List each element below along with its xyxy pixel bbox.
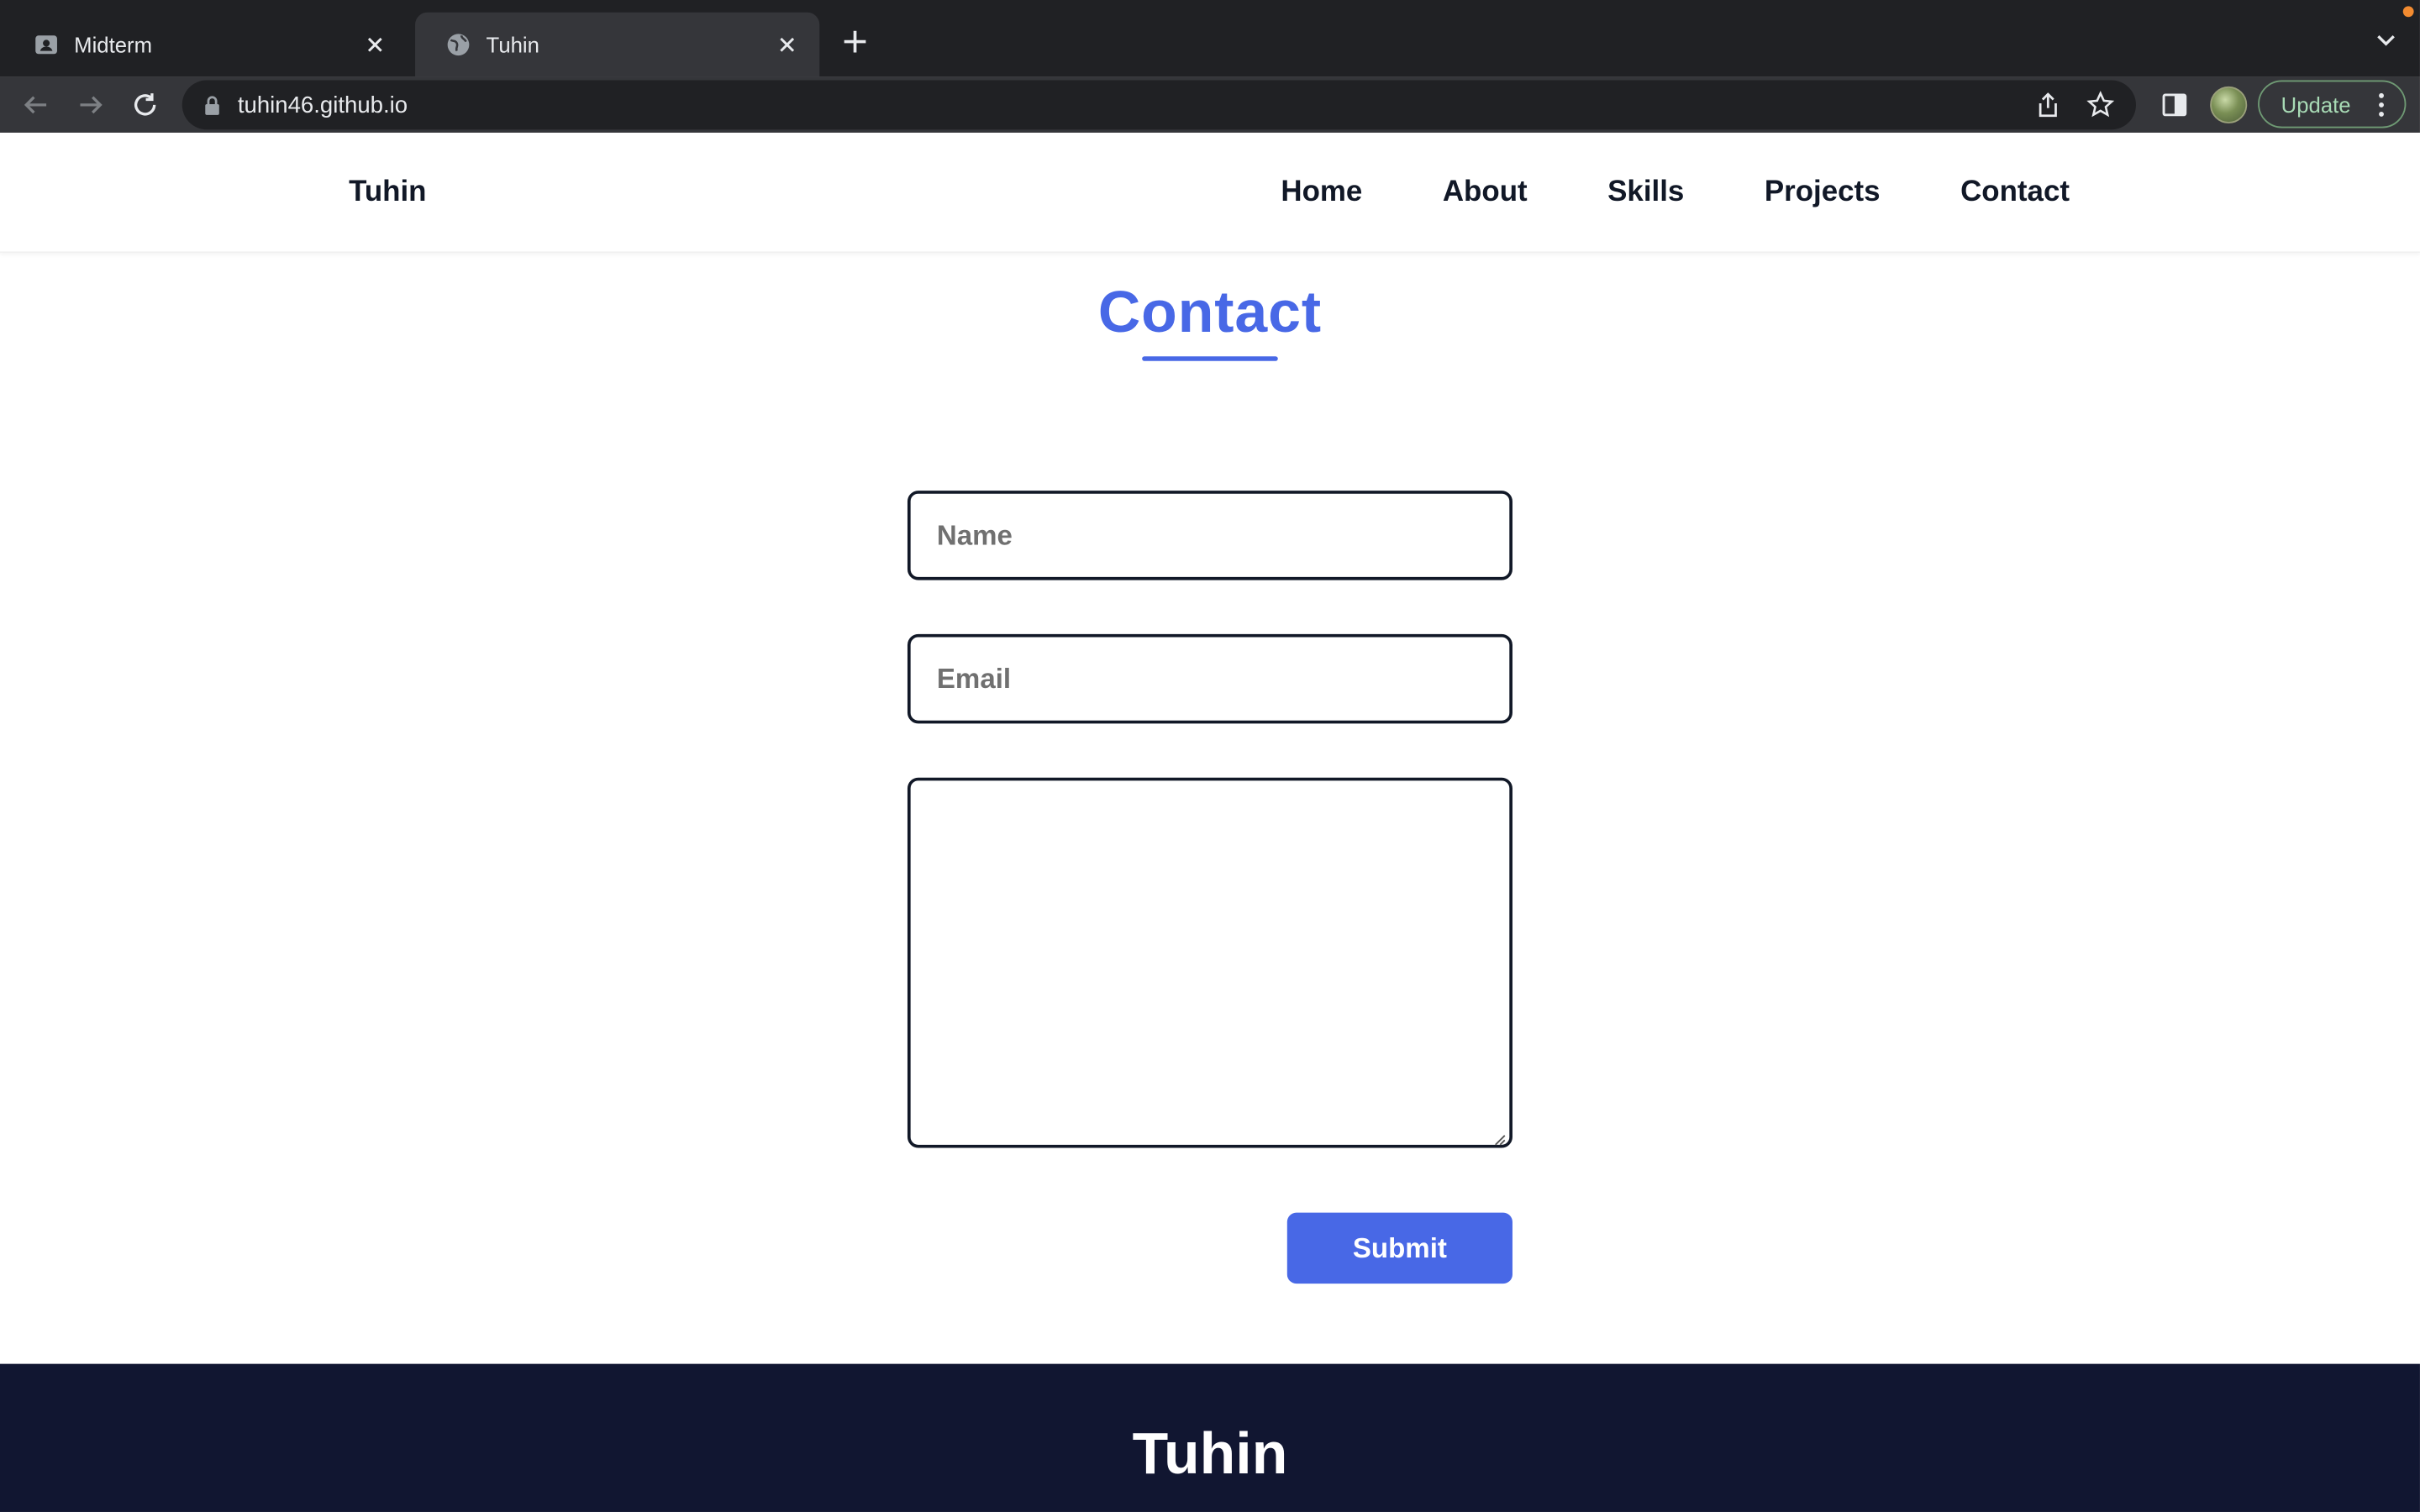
tab-strip: Midterm Tuhin <box>0 0 2420 77</box>
nav-about[interactable]: About <box>1443 176 1528 209</box>
footer-brand: Tuhin <box>1132 1422 1288 1488</box>
update-button[interactable]: Update <box>2258 80 2407 129</box>
share-icon[interactable] <box>2031 88 2065 122</box>
update-label: Update <box>2281 92 2351 117</box>
tab-search-chevron-icon[interactable] <box>2374 28 2398 52</box>
nav-skills[interactable]: Skills <box>1607 176 1684 209</box>
nav-home[interactable]: Home <box>1281 176 1362 209</box>
side-panel-icon[interactable] <box>2158 88 2191 122</box>
bookmark-star-icon[interactable] <box>2084 88 2118 122</box>
url-text[interactable]: tuhin46.github.io <box>238 92 2031 118</box>
contact-card-icon <box>34 33 58 57</box>
tab-title: Midterm <box>74 32 153 57</box>
email-field[interactable] <box>907 633 1512 724</box>
site-footer: Tuhin <box>0 1363 2420 1512</box>
tab-title: Tuhin <box>486 32 539 57</box>
profile-avatar[interactable] <box>2210 86 2248 123</box>
new-tab-plus-icon[interactable] <box>838 24 871 58</box>
browser-window: Midterm Tuhin tuhin46.github.io Update T… <box>0 0 2420 1512</box>
address-bar[interactable]: tuhin46.github.io <box>182 80 2136 130</box>
more-menu-icon[interactable] <box>2370 92 2392 117</box>
nav-contact[interactable]: Contact <box>1960 176 2070 209</box>
browser-toolbar: tuhin46.github.io Update <box>0 76 2420 133</box>
notification-dot <box>2402 6 2414 18</box>
message-textarea[interactable] <box>907 777 1512 1148</box>
nav-projects[interactable]: Projects <box>1765 176 1881 209</box>
close-tab-icon[interactable] <box>361 31 389 59</box>
site-brand[interactable]: Tuhin <box>349 176 426 209</box>
reload-icon[interactable] <box>128 88 161 122</box>
forward-arrow-icon[interactable] <box>74 88 108 122</box>
close-tab-icon[interactable] <box>773 31 801 59</box>
site-header: Tuhin Home About Skills Projects Contact <box>0 132 2420 254</box>
title-underline <box>1142 356 1278 361</box>
submit-button[interactable]: Submit <box>1286 1212 1512 1284</box>
tab-midterm[interactable]: Midterm <box>3 13 408 77</box>
back-arrow-icon[interactable] <box>18 88 52 122</box>
globe-icon <box>446 33 471 57</box>
name-field[interactable] <box>907 491 1512 580</box>
lock-icon[interactable] <box>201 94 223 116</box>
tab-tuhin[interactable]: Tuhin <box>415 12 820 77</box>
resize-grip-icon[interactable] <box>1491 1126 1506 1146</box>
contact-section-title: Contact <box>1097 281 1323 346</box>
site-nav: Home About Skills Projects Contact <box>1281 176 2070 209</box>
